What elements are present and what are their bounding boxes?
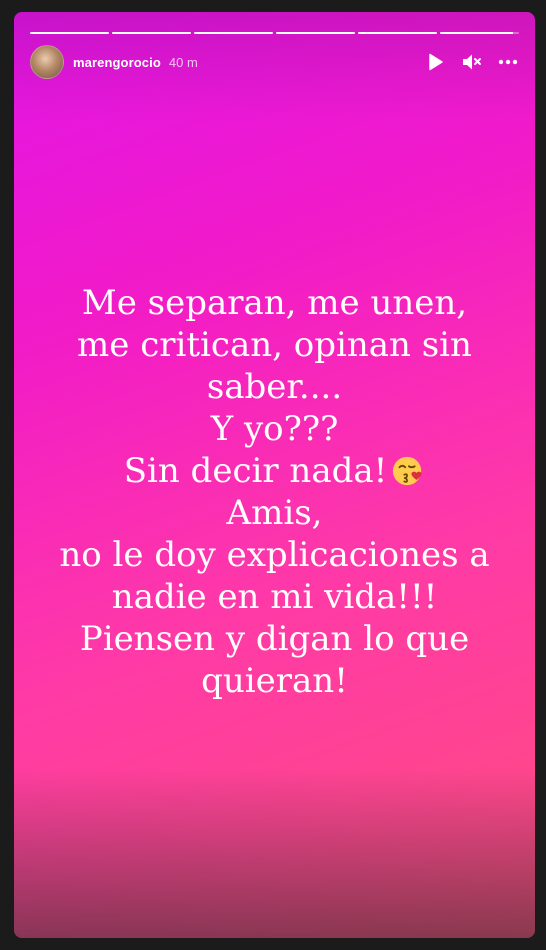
story-text-line: Y yo???	[210, 409, 339, 449]
story-text-line: Amis,	[226, 493, 323, 533]
mute-button[interactable]	[461, 51, 483, 73]
progress-segment-fill	[112, 32, 191, 34]
progress-segment-fill	[276, 32, 355, 34]
play-icon	[429, 53, 443, 71]
story-text-line: Me separan, me unen,	[81, 283, 468, 323]
progress-segment	[358, 32, 437, 34]
progress-segment	[30, 32, 109, 34]
more-icon	[498, 59, 518, 65]
kissing-face-with-heart-icon	[393, 456, 422, 486]
more-options-button[interactable]	[497, 51, 519, 73]
story-progress-bar	[30, 32, 519, 34]
username[interactable]: marengorocio	[73, 55, 161, 70]
story-text-line: nadie en mi vida!!!	[111, 577, 438, 617]
play-button[interactable]	[425, 51, 447, 73]
progress-segment-fill	[358, 32, 437, 34]
progress-segment-fill	[30, 32, 109, 34]
avatar[interactable]	[30, 45, 64, 79]
timestamp: 40 m	[168, 54, 198, 70]
story-text-line: Sin decir nada!	[123, 451, 388, 491]
progress-segment-fill	[194, 32, 273, 34]
story-card[interactable]: marengorocio 40 m Me separan, me unen, m…	[14, 12, 535, 938]
progress-segment	[112, 32, 191, 34]
story-text-line: saber....	[206, 367, 343, 407]
story-text: Me separan, me unen, me critican, opinan…	[14, 282, 535, 702]
story-controls	[425, 51, 519, 73]
story-text-line: quieran!	[201, 661, 348, 701]
story-text-line: Piensen y digan lo que	[79, 619, 470, 659]
story-viewer-frame: marengorocio 40 m Me separan, me unen, m…	[0, 0, 546, 950]
story-header: marengorocio 40 m	[30, 45, 519, 79]
progress-segment	[276, 32, 355, 34]
progress-segment	[194, 32, 273, 34]
muted-icon	[463, 54, 481, 70]
story-text-line: no le doy explicaciones a	[59, 535, 490, 575]
progress-segment	[440, 32, 519, 34]
story-text-line-with-emoji: Sin decir nada!	[14, 450, 535, 492]
story-text-line: me critican, opinan sin	[77, 325, 472, 365]
progress-segment-fill	[440, 32, 513, 34]
